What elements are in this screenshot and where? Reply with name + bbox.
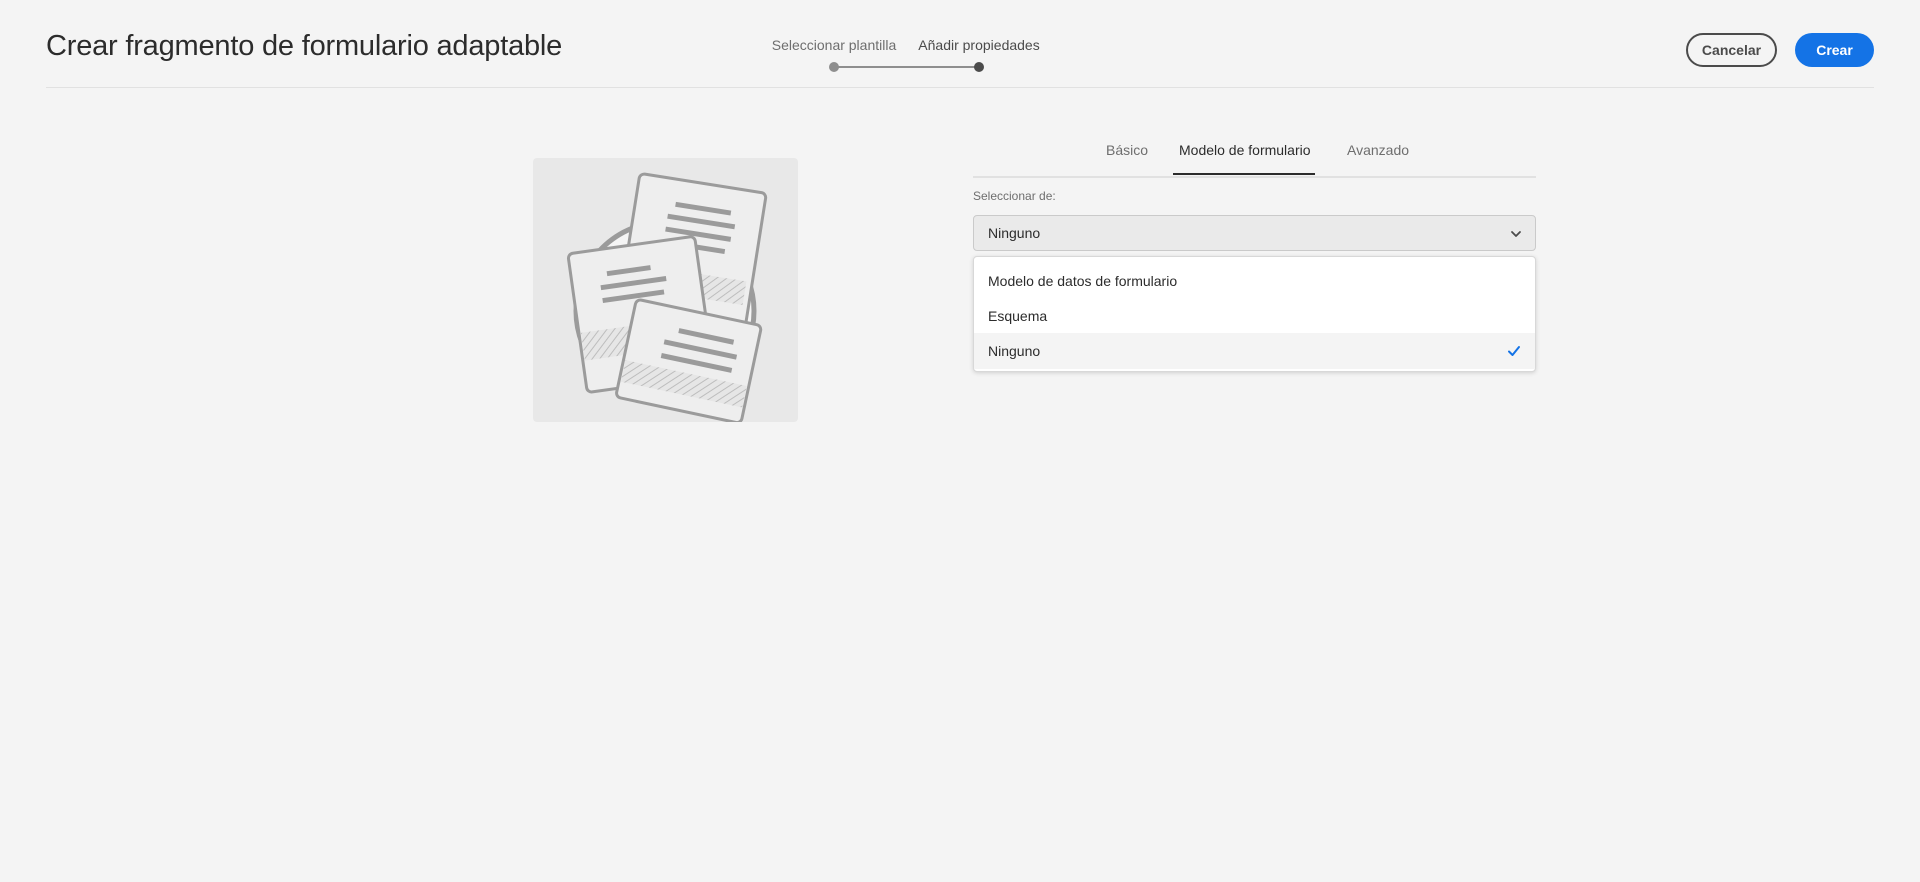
menu-item-label: Ninguno bbox=[988, 343, 1041, 359]
menu-item-label: Esquema bbox=[988, 308, 1048, 324]
form-model-picker[interactable]: Ninguno bbox=[973, 215, 1536, 251]
tab-modelo-de-formulario[interactable]: Modelo de formulario bbox=[1179, 142, 1311, 158]
picker-selected-value: Ninguno bbox=[988, 225, 1041, 241]
menu-item-label: Modelo de datos de formulario bbox=[988, 273, 1178, 289]
checkmark-icon bbox=[1508, 346, 1520, 356]
properties-tabs: Básico Modelo de formulario Avanzado bbox=[973, 130, 1536, 178]
chevron-down-icon bbox=[1511, 231, 1521, 237]
step-select-template-label: Seleccionar plantilla bbox=[771, 37, 897, 53]
template-thumbnail bbox=[533, 158, 798, 425]
page-title: Crear fragmento de formulario adaptable bbox=[46, 30, 563, 62]
form-model-dropdown: Modelo de datos de formulario Esquema Ni… bbox=[973, 256, 1536, 372]
menu-item-schema[interactable]: Esquema bbox=[974, 298, 1535, 334]
cancel-button[interactable]: Cancelar bbox=[1686, 33, 1777, 67]
step-add-properties-label: Añadir propiedades bbox=[918, 37, 1040, 53]
wizard-steps: Seleccionar plantilla Añadir propiedades bbox=[720, 35, 1080, 75]
create-button[interactable]: Crear bbox=[1795, 33, 1874, 67]
tab-basico[interactable]: Básico bbox=[1106, 142, 1148, 158]
menu-item-none[interactable]: Ninguno bbox=[974, 333, 1535, 369]
select-from-label: Seleccionar de: bbox=[973, 189, 1056, 203]
step-connector bbox=[834, 66, 979, 68]
form-fragment-illustration-icon bbox=[566, 172, 768, 425]
step-add-properties-dot bbox=[974, 62, 984, 72]
menu-item-form-data-model[interactable]: Modelo de datos de formulario bbox=[974, 263, 1535, 299]
step-select-template-dot bbox=[829, 62, 839, 72]
active-tab-indicator bbox=[1173, 173, 1315, 175]
tab-avanzado[interactable]: Avanzado bbox=[1347, 142, 1409, 158]
